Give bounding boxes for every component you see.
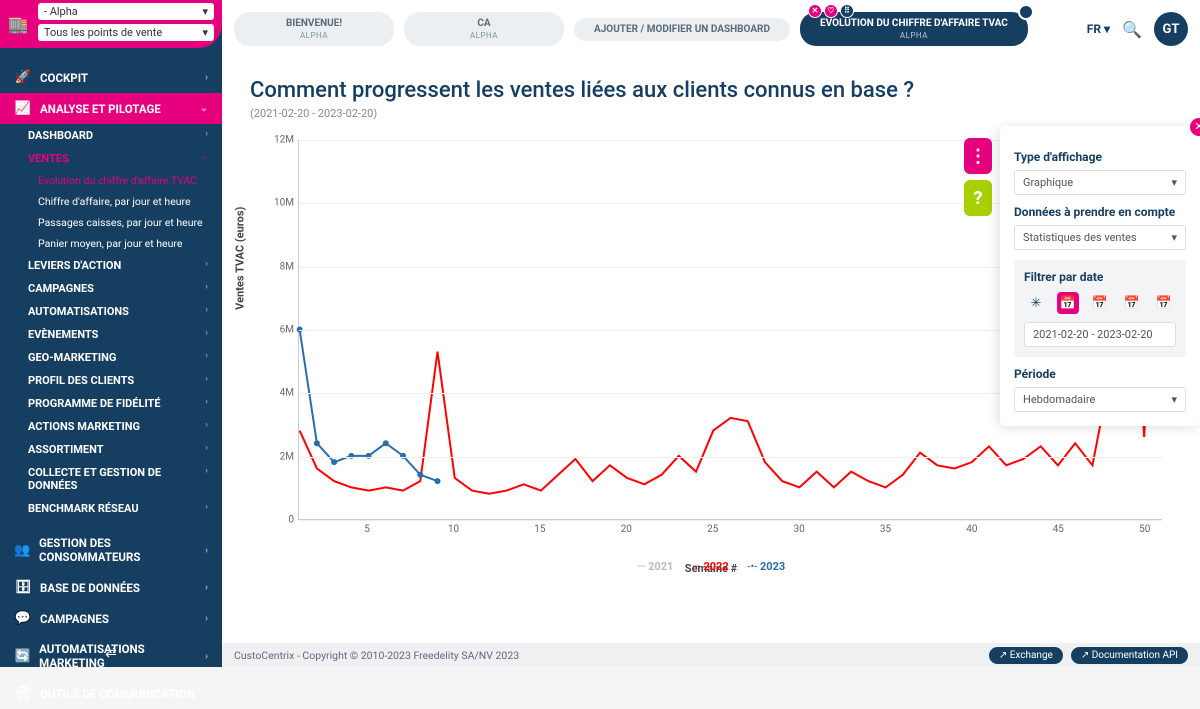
topbar: BIENVENUE!ALPHA CAALPHA AJOUTER / MODIFI…: [222, 0, 1200, 58]
panel-data-label: Données à prendre en compte: [1014, 205, 1186, 219]
legend-2023[interactable]: -•- 2023: [747, 560, 785, 573]
nav-bdd[interactable]: 🗄BASE DE DONNÉES›: [0, 572, 222, 603]
panel-period-label: Période: [1014, 367, 1186, 381]
chevron-down-icon: ▾: [202, 5, 208, 18]
panel-type-label: Type d'affichage: [1014, 150, 1186, 164]
sub-fidelite[interactable]: PROGRAMME DE FIDÉLITÉ›: [0, 392, 222, 415]
tab-close-icon[interactable]: ✕: [1018, 4, 1034, 20]
page-date-range: (2021-02-20 - 2023-02-20): [250, 107, 1172, 120]
tools-icon: 🛠: [14, 686, 32, 701]
search-icon[interactable]: 🔍: [1122, 20, 1142, 39]
sidebar: 🏬 - Alpha▾ Tous les points de vente▾ 🚀CO…: [0, 0, 222, 667]
chevron-down-icon: ▾: [1171, 393, 1177, 406]
sidebar-collapse[interactable]: ⇄: [0, 639, 222, 667]
help-button[interactable]: ?: [964, 180, 992, 216]
chevron-down-icon: ▾: [202, 26, 208, 39]
sub-evenements[interactable]: EVÈNEMENTS›: [0, 323, 222, 346]
sub-profil[interactable]: PROFIL DES CLIENTS›: [0, 369, 222, 392]
date-preset-day[interactable]: 📅: [1057, 292, 1079, 314]
tab-ajouter[interactable]: AJOUTER / MODIFIER UN DASHBOARD: [574, 18, 790, 41]
sub-auto[interactable]: AUTOMATISATIONS›: [0, 300, 222, 323]
panel-close-icon[interactable]: ✕: [1190, 118, 1200, 136]
footer: CustoCentrix - Copyright © 2010-2023 Fre…: [222, 643, 1200, 667]
panel-data-select[interactable]: Statistiques des ventes▾: [1014, 225, 1186, 250]
nav-campagnes2[interactable]: 💬CAMPAGNES›: [0, 603, 222, 634]
grip-icon[interactable]: ⠿: [840, 4, 854, 18]
sub-actions[interactable]: ACTIONS MARKETING›: [0, 415, 222, 438]
date-preset-all[interactable]: ✳: [1025, 292, 1047, 314]
store-icon: 🏬: [8, 15, 28, 34]
panel-filter-label: Filtrer par date: [1024, 270, 1176, 284]
options-button[interactable]: ⋮: [964, 138, 992, 174]
sub-ventes-evolution[interactable]: Evolution du chiffre d'affaire TVAC: [0, 170, 222, 191]
sub-ventes-ca[interactable]: Chiffre d'affaire, par jour et heure: [0, 191, 222, 212]
heart-icon[interactable]: ♡: [824, 4, 838, 18]
sub-collecte[interactable]: COLLECTE ET GESTION DE DONNÉES›: [0, 461, 222, 497]
legend-2021[interactable]: — 2021: [637, 560, 674, 573]
legend: — 2021 — 2022 -•- 2023: [250, 560, 1172, 573]
nav-analyse[interactable]: 📈ANALYSE ET PILOTAGE⌄: [0, 93, 222, 124]
chart-icon: 📈: [14, 101, 32, 116]
chevron-down-icon: ⌄: [200, 152, 208, 165]
filter-panel: ✕ Type d'affichage Graphique▾ Données à …: [1000, 126, 1200, 426]
avatar[interactable]: GT: [1154, 12, 1188, 46]
sub-assortiment[interactable]: ASSORTIMENT›: [0, 438, 222, 461]
date-preset-week[interactable]: 📅: [1089, 292, 1111, 314]
chevron-down-icon: ▾: [1171, 176, 1177, 189]
users-icon: 👥: [14, 543, 31, 558]
footer-exchange[interactable]: ↗ Exchange: [989, 647, 1063, 664]
sub-ventes[interactable]: VENTES⌄: [0, 147, 222, 170]
sub-ventes-passages[interactable]: Passages caisses, par jour et heure: [0, 212, 222, 233]
pin-icon[interactable]: ✕: [808, 4, 822, 18]
sub-dashboard[interactable]: DASHBOARD›: [0, 124, 222, 147]
nav-cockpit[interactable]: 🚀COCKPIT›: [0, 62, 222, 93]
chat-icon: 💬: [14, 611, 32, 626]
sidebar-header: 🏬 - Alpha▾ Tous les points de vente▾: [0, 0, 222, 48]
chevron-down-icon: ⌄: [200, 103, 208, 114]
date-preset-year[interactable]: 📅: [1153, 292, 1175, 314]
sub-benchmark[interactable]: BENCHMARK RÉSEAU›: [0, 497, 222, 520]
legend-2022[interactable]: — 2022: [692, 560, 729, 573]
rocket-icon: 🚀: [14, 70, 32, 85]
sub-ventes-panier[interactable]: Panier moyen, par jour et heure: [0, 233, 222, 254]
nav-gestion[interactable]: 👥GESTION DES CONSOMMATEURS›: [0, 528, 222, 572]
date-range-input[interactable]: 2021-02-20 - 2023-02-20: [1024, 322, 1176, 347]
chevron-down-icon: ▾: [1171, 231, 1177, 244]
sub-campagnes[interactable]: CAMPAGNES›: [0, 277, 222, 300]
chevron-right-icon: ›: [205, 72, 208, 83]
panel-type-select[interactable]: Graphique▾: [1014, 170, 1186, 195]
panel-period-select[interactable]: Hebdomadaire▾: [1014, 387, 1186, 412]
tab-bienvenue[interactable]: BIENVENUE!ALPHA: [234, 12, 394, 46]
database-icon: 🗄: [14, 580, 32, 595]
date-preset-month[interactable]: 📅: [1121, 292, 1143, 314]
tab-ca[interactable]: CAALPHA: [404, 12, 564, 46]
main: Comment progressent les ventes liées aux…: [222, 58, 1200, 643]
lang-select[interactable]: FR ▾: [1087, 22, 1110, 36]
pos-select[interactable]: Tous les points de vente▾: [38, 24, 214, 41]
sub-geo[interactable]: GEO-MARKETING›: [0, 346, 222, 369]
sub-leviers[interactable]: LEVIERS D'ACTION›: [0, 254, 222, 277]
y-axis-label: Ventes TVAC (euros): [234, 207, 247, 310]
page-title: Comment progressent les ventes liées aux…: [250, 78, 1172, 103]
store-select[interactable]: - Alpha▾: [38, 3, 214, 20]
footer-copyright: CustoCentrix - Copyright © 2010-2023 Fre…: [234, 649, 519, 662]
footer-doc[interactable]: ↗ Documentation API: [1071, 647, 1188, 664]
tab-evolution[interactable]: ✕ ♡ ⠿ EVOLUTION DU CHIFFRE D'AFFAIRE TVA…: [800, 12, 1028, 46]
nav-outils[interactable]: 🛠OUTILS DE COMMUNICATION›: [0, 678, 222, 709]
